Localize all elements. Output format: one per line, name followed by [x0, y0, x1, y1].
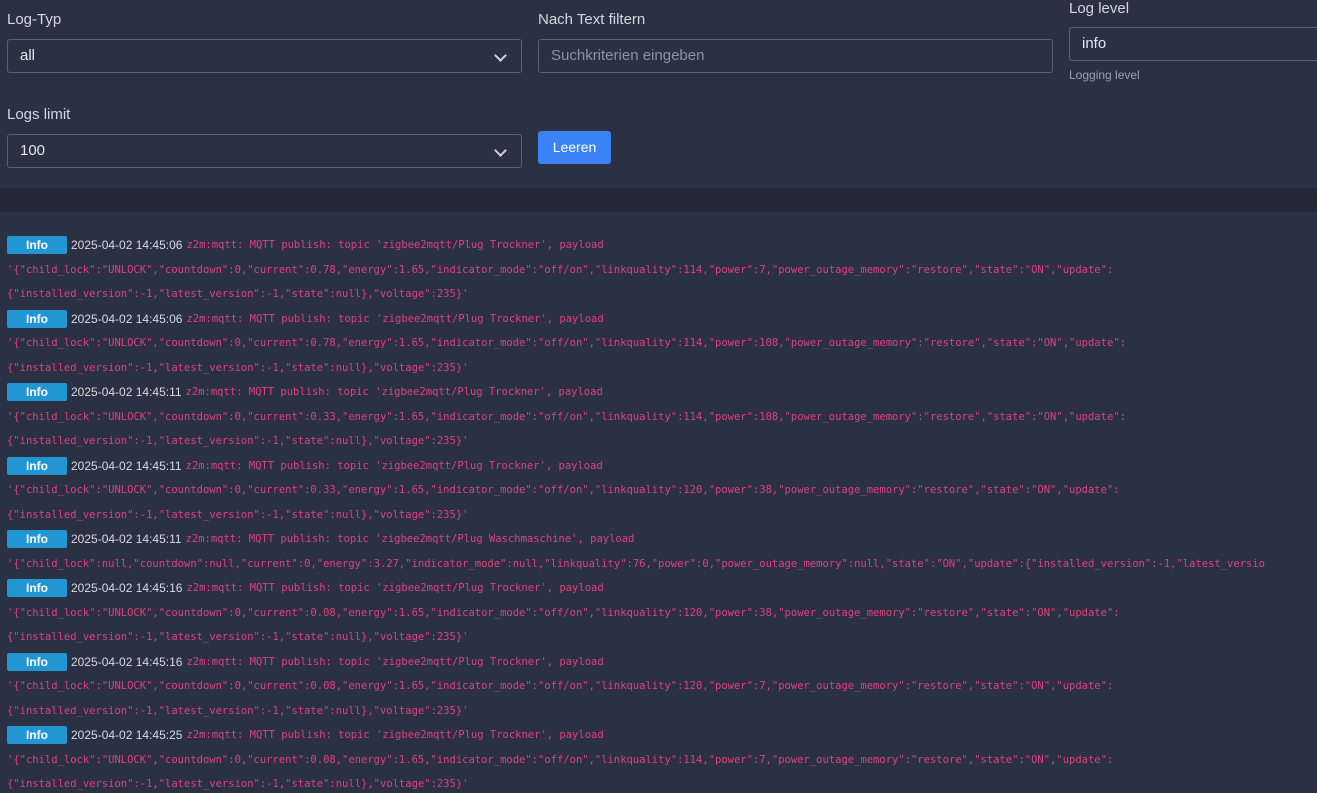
log-entry: Info 2025-04-02 14:45:11 z2m:mqtt: MQTT pu…: [0, 380, 1317, 454]
log-level-input[interactable]: info: [1069, 27, 1317, 61]
log-payload: {"installed_version":-1,"latest_version"…: [7, 508, 469, 521]
log-message: z2m:mqtt: MQTT publish: topic 'zigbee2mq…: [186, 582, 604, 594]
log-payload: '{"child_lock":"UNLOCK","countdown":0,"c…: [7, 753, 1114, 766]
chevron-down-icon: [494, 144, 507, 157]
log-entry: Info 2025-04-02 14:45:11 z2m:mqtt: MQTT pu…: [0, 527, 1317, 576]
logs-limit-label: Logs limit: [7, 106, 71, 123]
log-level-help: Logging level: [1069, 68, 1140, 82]
chevron-down-icon: [494, 49, 507, 62]
log-message: z2m:mqtt: MQTT publish: topic 'zigbee2mq…: [185, 459, 603, 472]
log-list: Info 2025-04-02 14:45:06 z2m:mqtt: MQTT pu…: [0, 212, 1317, 793]
log-payload: '{"child_lock":null,"countdown":null,"cu…: [7, 557, 1265, 570]
level-badge: Info: [7, 579, 67, 598]
log-payload: '{"child_lock":"UNLOCK","countdown":0,"c…: [7, 680, 1114, 692]
log-payload: {"installed_version":-1,"latest_version"…: [7, 435, 469, 447]
divider: [0, 188, 1317, 212]
log-message: z2m:mqtt: MQTT publish: topic 'zigbee2mq…: [186, 312, 604, 325]
log-payload: {"installed_version":-1,"latest_version"…: [7, 288, 469, 300]
level-badge: Info: [7, 530, 67, 549]
log-entry: Info 2025-04-02 14:45:16 z2m:mqtt: MQTT pu…: [0, 576, 1317, 650]
level-badge: Info: [7, 383, 67, 402]
log-timestamp: 2025-04-02 14:45:06: [71, 238, 183, 252]
log-type-value: all: [20, 47, 36, 64]
level-badge: Info: [7, 456, 67, 475]
log-message: z2m:mqtt: MQTT publish: topic 'zigbee2mq…: [186, 729, 604, 741]
log-timestamp: 2025-04-02 14:45:16: [71, 654, 183, 669]
filter-panel: Log-Typ all Nach Text filtern Suchkriter…: [0, 0, 1317, 188]
log-type-select[interactable]: all: [7, 39, 522, 73]
logs-limit-select[interactable]: 100: [7, 134, 522, 168]
log-payload: '{"child_lock":"UNLOCK","countdown":0,"c…: [7, 606, 1120, 619]
log-entry: Info 2025-04-02 14:45:25 z2m:mqtt: MQTT pu…: [0, 723, 1317, 793]
log-type-label: Log-Typ: [7, 11, 62, 28]
log-message: z2m:mqtt: MQTT publish: topic 'zigbee2mq…: [185, 386, 603, 398]
log-timestamp: 2025-04-02 14:45:06: [71, 311, 183, 326]
log-level-label: Log level: [1069, 0, 1130, 17]
log-message: z2m:mqtt: MQTT publish: topic 'zigbee2mq…: [185, 533, 635, 545]
log-payload: '{"child_lock":"UNLOCK","countdown":0,"c…: [7, 337, 1126, 349]
text-filter-input[interactable]: Suchkriterien eingeben: [538, 39, 1053, 73]
log-payload: {"installed_version":-1,"latest_version"…: [7, 704, 469, 717]
logs-limit-value: 100: [20, 142, 46, 159]
log-timestamp: 2025-04-02 14:45:11: [71, 532, 182, 546]
log-timestamp: 2025-04-02 14:45:16: [71, 581, 183, 595]
log-message: z2m:mqtt: MQTT publish: topic 'zigbee2mq…: [186, 655, 604, 668]
log-entry: Info 2025-04-02 14:45:06 z2m:mqtt: MQTT pu…: [0, 307, 1317, 381]
log-timestamp: 2025-04-02 14:45:11: [71, 458, 182, 473]
log-payload: {"installed_version":-1,"latest_version"…: [7, 361, 469, 374]
log-payload: '{"child_lock":"UNLOCK","countdown":0,"c…: [7, 263, 1114, 276]
log-entry: Info 2025-04-02 14:45:16 z2m:mqtt: MQTT pu…: [0, 650, 1317, 724]
level-badge: Info: [7, 309, 67, 328]
clear-button[interactable]: Leeren: [538, 131, 611, 164]
log-timestamp: 2025-04-02 14:45:11: [71, 385, 182, 399]
log-payload: '{"child_lock":"UNLOCK","countdown":0,"c…: [7, 410, 1126, 423]
level-badge: Info: [7, 652, 67, 671]
log-payload: {"installed_version":-1,"latest_version"…: [7, 778, 469, 790]
log-payload: '{"child_lock":"UNLOCK","countdown":0,"c…: [7, 484, 1120, 496]
log-entry: Info 2025-04-02 14:45:11 z2m:mqtt: MQTT pu…: [0, 454, 1317, 528]
log-timestamp: 2025-04-02 14:45:25: [71, 728, 183, 742]
log-message: z2m:mqtt: MQTT publish: topic 'zigbee2mq…: [186, 239, 604, 251]
level-badge: Info: [7, 236, 67, 255]
log-payload: {"installed_version":-1,"latest_version"…: [7, 631, 469, 643]
text-filter-label: Nach Text filtern: [538, 11, 646, 28]
log-entry: Info 2025-04-02 14:45:06 z2m:mqtt: MQTT pu…: [0, 233, 1317, 307]
level-badge: Info: [7, 726, 67, 745]
